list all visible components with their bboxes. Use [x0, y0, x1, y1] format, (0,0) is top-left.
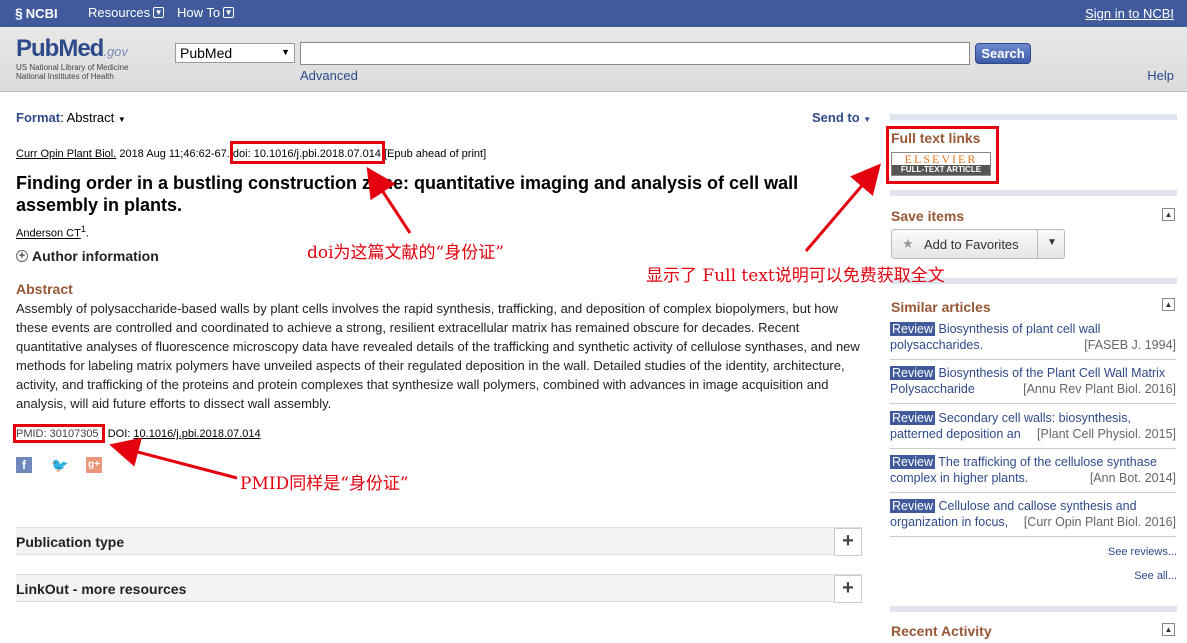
author-link[interactable]: Anderson CT: [16, 228, 81, 240]
doi-annotation: doi为这篇文献的“身份证”: [307, 243, 504, 263]
pmid-arrow: [109, 437, 238, 480]
expand-plus-icon[interactable]: +: [834, 575, 862, 603]
expand-icon: +: [16, 250, 28, 262]
advanced-search-link[interactable]: Advanced: [300, 68, 358, 83]
similar-article[interactable]: Review Biosynthesis of the Plant Cell Wa…: [890, 365, 1176, 404]
resources-menu[interactable]: Resources ▼: [88, 5, 165, 20]
similar-article[interactable]: Review Biosynthesis of plant cell wall p…: [890, 321, 1176, 360]
ncbi-logo[interactable]: § NCBI: [15, 5, 58, 21]
recent-activity-heading: Recent Activity: [891, 623, 992, 639]
similar-article[interactable]: Review The trafficking of the cellulose …: [890, 454, 1176, 493]
collapse-icon[interactable]: ▲: [1162, 623, 1175, 636]
chevron-down-icon[interactable]: ▼: [1047, 237, 1057, 248]
doi-link[interactable]: 10.1016/j.pbi.2018.07.014: [133, 428, 260, 440]
format-selector[interactable]: Format: Abstract ▼: [16, 110, 126, 125]
see-reviews-link[interactable]: See reviews...: [1108, 546, 1177, 558]
search-input[interactable]: [300, 42, 970, 65]
chevron-down-icon: ▼: [153, 7, 165, 18]
search-bar: PubMed.gov US National Library of Medici…: [0, 27, 1187, 92]
publication-type-section[interactable]: Publication type +: [16, 527, 862, 556]
full-text-annotation: 显示了 Full text说明可以免费获取全文: [646, 266, 945, 286]
pmid-annotation: PMID同样是“身份证”: [240, 474, 409, 494]
twitter-icon[interactable]: 🐦: [51, 457, 68, 473]
author-line: Anderson CT1.: [16, 224, 89, 240]
help-link[interactable]: Help: [1147, 68, 1174, 83]
add-to-favorites-button[interactable]: ★ Add to Favorites ▼: [891, 229, 1065, 259]
article-title: Finding order in a bustling construction…: [16, 173, 799, 215]
similar-article[interactable]: Review Secondary cell walls: biosynthesi…: [890, 410, 1176, 449]
author-information-toggle[interactable]: + Author information: [16, 248, 159, 264]
google-plus-icon[interactable]: g+: [86, 457, 102, 473]
chevron-down-icon: ▼: [223, 7, 235, 18]
social-share: f 🐦 g+: [16, 457, 102, 473]
ncbi-helix-icon: §: [15, 5, 23, 21]
collapse-icon[interactable]: ▲: [1162, 208, 1175, 221]
linkout-section[interactable]: LinkOut - more resources +: [16, 574, 862, 603]
pmid-highlight-box: [13, 424, 105, 443]
dropdown-arrow-icon: ▼: [281, 47, 290, 57]
abstract-heading: Abstract: [16, 281, 73, 297]
ncbi-top-bar: § NCBI Resources ▼ How To ▼ Sign in to N…: [0, 0, 1187, 27]
abstract-text: Assembly of polysaccharide-based walls b…: [16, 301, 860, 411]
sidebar-divider: [890, 114, 1177, 120]
collapse-icon[interactable]: ▲: [1162, 298, 1175, 311]
search-button[interactable]: Search: [975, 43, 1031, 64]
sign-in-link[interactable]: Sign in to NCBI: [1085, 6, 1174, 21]
journal-link[interactable]: Curr Opin Plant Biol.: [16, 148, 116, 160]
star-icon: ★: [902, 236, 914, 251]
sidebar-divider: [890, 190, 1177, 196]
similar-articles-heading: Similar articles: [891, 299, 991, 315]
pubmed-logo[interactable]: PubMed.gov US National Library of Medici…: [16, 35, 129, 81]
facebook-icon[interactable]: f: [16, 457, 32, 473]
send-to-menu[interactable]: Send to ▼: [812, 110, 871, 125]
similar-article[interactable]: Review Cellulose and callose synthesis a…: [890, 498, 1176, 537]
full-text-highlight-box: [886, 126, 999, 184]
save-items-heading: Save items: [891, 208, 965, 224]
see-all-link[interactable]: See all...: [1134, 570, 1177, 582]
howto-menu[interactable]: How To ▼: [177, 5, 235, 20]
doi-highlight-box: [230, 141, 385, 164]
expand-plus-icon[interactable]: +: [834, 528, 862, 556]
sidebar-divider: [890, 606, 1177, 612]
database-select[interactable]: PubMed ▼: [175, 43, 295, 63]
